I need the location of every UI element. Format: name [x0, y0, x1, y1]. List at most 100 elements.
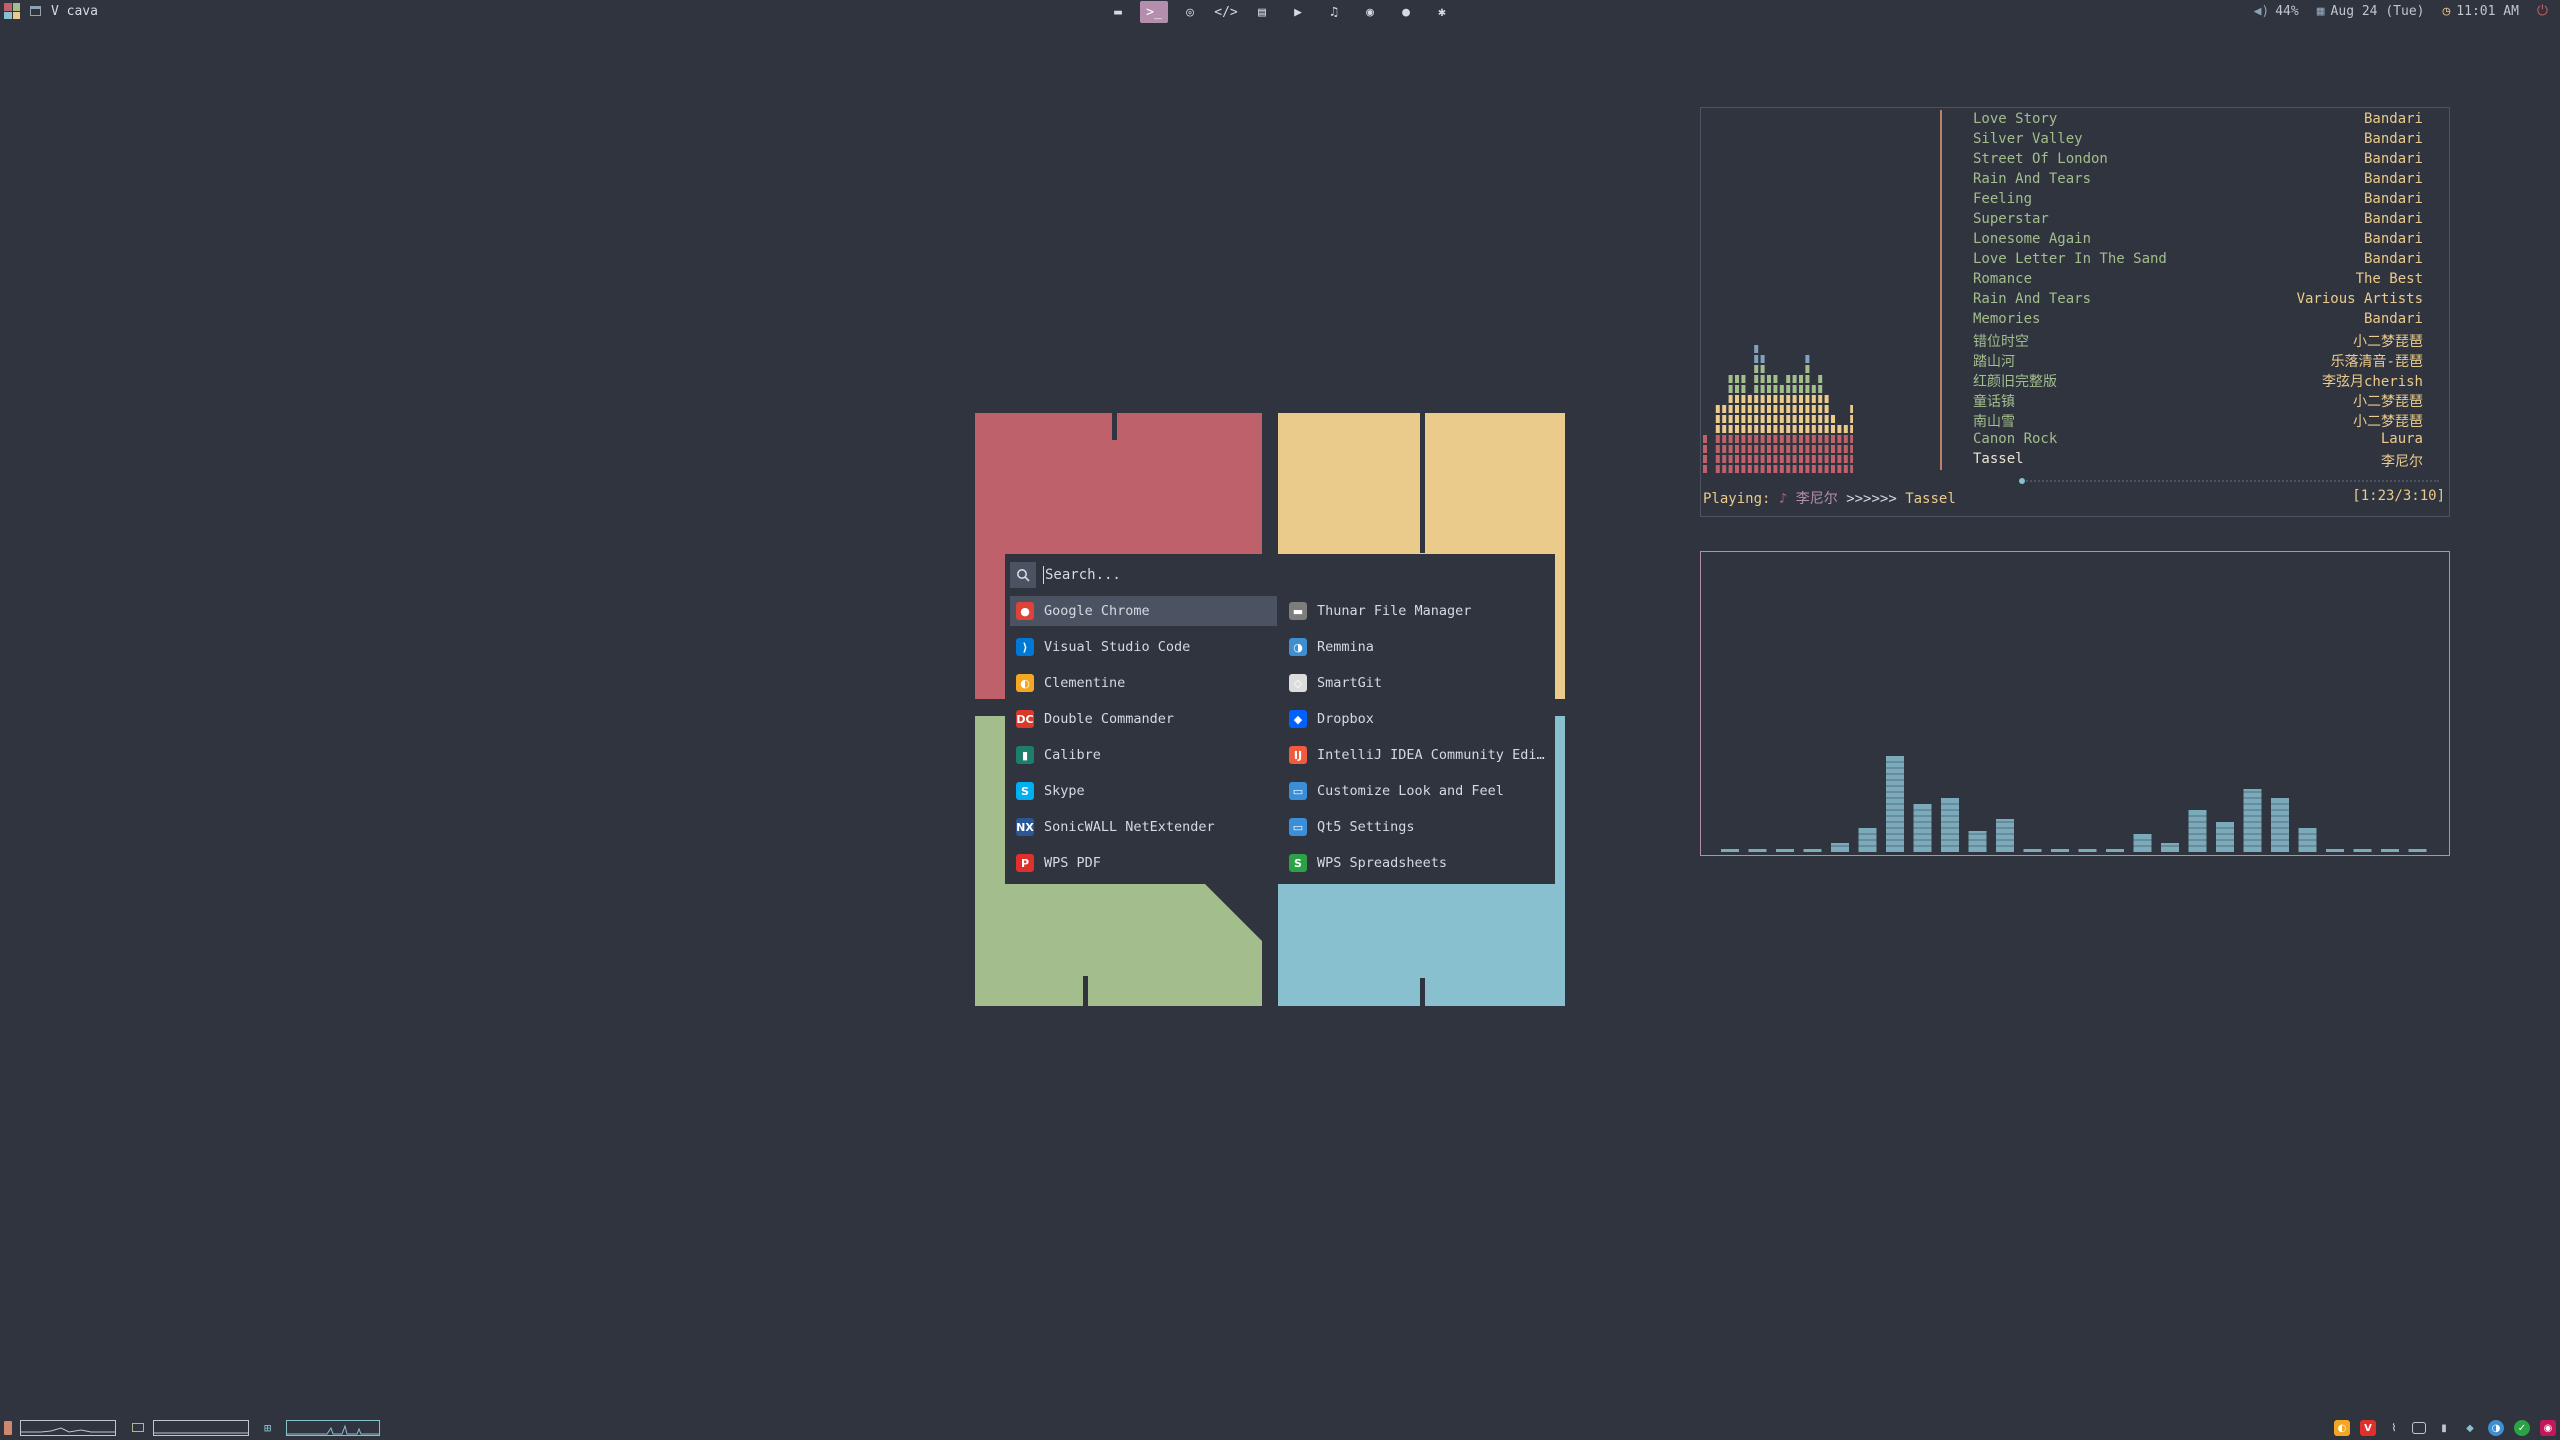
launcher-item[interactable]: DC Double Commander: [1010, 704, 1277, 734]
dropbox-tray-icon[interactable]: ◆: [2462, 1420, 2478, 1436]
clipboard-tray-icon[interactable]: ▮: [2436, 1420, 2452, 1436]
progress-track[interactable]: [2019, 478, 2439, 484]
playlist-row[interactable]: Canon Rock Laura: [1973, 431, 2423, 451]
remmina-tray-icon[interactable]: ◑: [2488, 1420, 2504, 1436]
track-artist: 乐落清音-琵琶: [2330, 354, 2423, 370]
paperclip-tray-icon[interactable]: ⌇: [2386, 1420, 2402, 1436]
launcher-item[interactable]: ▬ Thunar File Manager: [1283, 596, 1555, 626]
playlist-row[interactable]: Rain And Tears Various Artists: [1973, 291, 2423, 311]
progress-knob[interactable]: [2019, 478, 2025, 484]
playlist-row[interactable]: Superstar Bandari: [1973, 211, 2423, 231]
playlist-row[interactable]: Memories Bandari: [1973, 311, 2423, 331]
playlist-row[interactable]: Silver Valley Bandari: [1973, 131, 2423, 151]
launcher-item[interactable]: ◐ Clementine: [1010, 668, 1277, 698]
settings-icon[interactable]: ✱: [1428, 1, 1456, 23]
now-playing-title: Tassel: [1905, 491, 1956, 507]
playlist-row[interactable]: 踏山河 乐落清音-琵琶: [1973, 351, 2423, 371]
playlist-row[interactable]: Feeling Bandari: [1973, 191, 2423, 211]
visualizer-segment: [1824, 435, 1829, 443]
cava-bar: [2051, 849, 2069, 852]
visualizer-segment: [1760, 445, 1765, 453]
visualizer-segment: [1805, 365, 1810, 373]
launcher-item[interactable]: ◑ Remmina: [1283, 632, 1555, 662]
sonicwall-icon: NX: [1016, 818, 1034, 836]
visualizer-segment: [1779, 395, 1784, 403]
launcher-item[interactable]: ◇ SmartGit: [1283, 668, 1555, 698]
code-icon[interactable]: </>: [1212, 1, 1240, 23]
launcher-item[interactable]: ▭ Customize Look and Feel: [1283, 776, 1555, 806]
visualizer-segment: [1773, 445, 1778, 453]
visualizer-segment: [1824, 465, 1829, 473]
clock-indicator[interactable]: ◷ 11:01 AM: [2442, 4, 2518, 19]
visualizer-segment: [1786, 405, 1791, 413]
playlist-row[interactable]: Tassel 李尼尔: [1973, 451, 2423, 471]
visualizer-segment: [1843, 435, 1848, 443]
double-commander-icon: DC: [1016, 710, 1034, 728]
launcher-item[interactable]: ◆ Dropbox: [1283, 704, 1555, 734]
track-artist: Bandari: [2363, 191, 2423, 207]
launcher-item[interactable]: S Skype: [1010, 776, 1277, 806]
playlist-row[interactable]: 红颜旧完整版 李弦月cherish: [1973, 371, 2423, 391]
github-icon[interactable]: ◉: [1356, 1, 1384, 23]
playlist-row[interactable]: Love Story Bandari: [1973, 111, 2423, 131]
visualizer-segment: [1786, 385, 1791, 393]
cava-bar: [1748, 849, 1767, 852]
browser-icon[interactable]: ◎: [1176, 1, 1204, 23]
music-icon[interactable]: ♫: [1320, 1, 1348, 23]
visualizer-segment: [1773, 385, 1778, 393]
visualizer-segment: [1728, 455, 1733, 463]
power-icon[interactable]: ⏻: [2537, 3, 2548, 19]
vivaldi-tray-icon[interactable]: V: [2360, 1420, 2376, 1436]
launcher-item[interactable]: ⟩ Visual Studio Code: [1010, 632, 1277, 662]
track-title: Canon Rock: [1973, 431, 2058, 447]
search-input[interactable]: [1043, 566, 1527, 584]
chat-icon[interactable]: ●: [1392, 1, 1420, 23]
visualizer-segment: [1799, 455, 1803, 463]
music-note-icon: ♪: [1778, 491, 1788, 507]
playlist-row[interactable]: Lonesome Again Bandari: [1973, 231, 2423, 251]
visualizer-segment: [1754, 375, 1759, 383]
visualizer-segment: [1786, 425, 1791, 433]
visualizer-segment: [1811, 405, 1816, 413]
playlist-row[interactable]: Love Letter In The Sand Bandari: [1973, 251, 2423, 271]
tile-cut-corner: [1205, 884, 1262, 941]
launcher-item[interactable]: NX SonicWALL NetExtender: [1010, 812, 1277, 842]
playlist-row[interactable]: 南山雪 小二梦琵琶: [1973, 411, 2423, 431]
cava-bar: [2023, 849, 2042, 852]
launcher-item-label: Dropbox: [1317, 711, 1374, 727]
customize-icon: ▭: [1289, 782, 1307, 800]
launcher-item[interactable]: IJ IntelliJ IDEA Community Edi…: [1283, 740, 1555, 770]
launcher-item[interactable]: P WPS PDF: [1010, 848, 1277, 878]
remmina-icon: ◑: [1289, 638, 1307, 656]
clementine-tray-icon[interactable]: ◐: [2334, 1420, 2350, 1436]
launcher-item[interactable]: S WPS Spreadsheets: [1283, 848, 1555, 878]
visualizer-segment: [1818, 445, 1823, 453]
check-tray-icon[interactable]: ✓: [2514, 1420, 2530, 1436]
terminal-icon[interactable]: >_: [1140, 1, 1168, 23]
playlist-row[interactable]: Romance The Best: [1973, 271, 2423, 291]
launcher-item[interactable]: ● Google Chrome: [1010, 596, 1277, 626]
video-icon[interactable]: ▶: [1284, 1, 1312, 23]
visualizer-segment: [1811, 425, 1816, 433]
app-tray-icon[interactable]: ◉: [2540, 1420, 2556, 1436]
visualizer-segment: [1792, 455, 1797, 463]
visualizer-segment: [1722, 455, 1727, 463]
launcher-item[interactable]: ▭ Qt5 Settings: [1283, 812, 1555, 842]
playlist-row[interactable]: 错位时空 小二梦琵琶: [1973, 331, 2423, 351]
playlist-row[interactable]: Rain And Tears Bandari: [1973, 171, 2423, 191]
volume-indicator[interactable]: ◀) 44%: [2254, 4, 2299, 19]
visualizer-segment: [1831, 435, 1835, 443]
workspace-logo-icon[interactable]: [4, 3, 20, 19]
visualizer-segment: [1754, 455, 1759, 463]
launcher-item-label: Skype: [1044, 783, 1085, 799]
visualizer-segment: [1837, 445, 1842, 453]
playlist-row[interactable]: 童话镇 小二梦琵琶: [1973, 391, 2423, 411]
document-icon[interactable]: ▤: [1248, 1, 1276, 23]
launcher-item[interactable]: ▮ Calibre: [1010, 740, 1277, 770]
display-tray-icon[interactable]: [2412, 1422, 2426, 1434]
date-indicator[interactable]: ▦ Aug 24 (Tue): [2317, 4, 2425, 19]
visualizer-segment: [1818, 425, 1823, 433]
visualizer-segment: [1754, 365, 1759, 373]
playlist-row[interactable]: Street Of London Bandari: [1973, 151, 2423, 171]
folder-icon[interactable]: ▬: [1104, 1, 1132, 23]
